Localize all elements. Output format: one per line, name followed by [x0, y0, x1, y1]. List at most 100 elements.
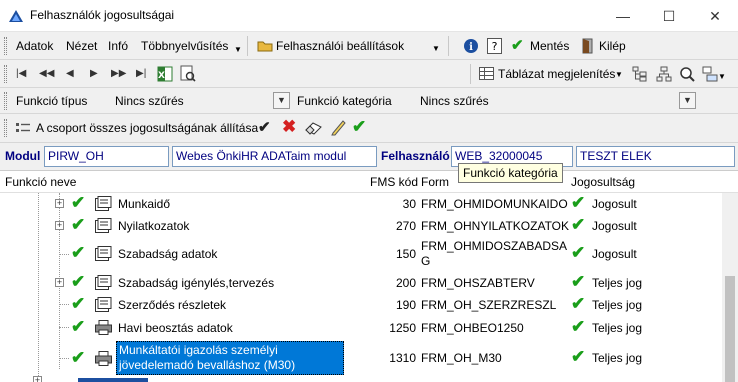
- function-name-line2: jövedelemadó bevalláshoz (M30): [119, 358, 296, 372]
- menu-nezet[interactable]: Nézet: [66, 39, 97, 53]
- table-row-selected[interactable]: ✔ Munkáltatói igazolás személyi jövedele…: [0, 340, 722, 376]
- printer-icon: [95, 351, 112, 366]
- layout-icon[interactable]: [702, 66, 718, 82]
- permission-value[interactable]: Teljes jog: [592, 298, 642, 312]
- scrollbar-thumb[interactable]: [725, 276, 735, 382]
- deny-all-icon[interactable]: ✖: [282, 117, 296, 137]
- fms-code: 1250: [389, 321, 416, 335]
- check-icon[interactable]: ✔: [71, 272, 85, 292]
- info-icon[interactable]: i: [463, 38, 479, 54]
- tree-icon[interactable]: [632, 66, 648, 82]
- close-button[interactable]: ✕: [692, 0, 738, 32]
- next-record-icon[interactable]: ▶: [90, 68, 98, 79]
- user-label: Felhasználó: [381, 149, 450, 163]
- module-user-bar: Modul PIRW_OH Webes ÖnkiHR ADATaim modul…: [0, 143, 738, 171]
- check-icon[interactable]: ✔: [71, 215, 85, 235]
- menu-adatok[interactable]: Adatok: [16, 39, 53, 53]
- toolbar-grip[interactable]: [4, 37, 7, 55]
- chevron-down-icon[interactable]: ▼: [718, 72, 726, 81]
- module-code-field: PIRW_OH: [44, 146, 169, 167]
- table-row[interactable]: ✔ Szerződés részletek 190 FRM_OH_SZERZRE…: [0, 293, 722, 316]
- group-permission-bar: A csoport összes jogosultságának állítás…: [0, 114, 738, 143]
- expand-icon[interactable]: +: [55, 278, 64, 287]
- permission-value[interactable]: Jogosult: [592, 219, 637, 233]
- app-icon: [9, 10, 23, 22]
- column-header-name[interactable]: Funkció neve: [5, 175, 76, 189]
- form-name: FRM_OHBEO1250: [421, 321, 524, 335]
- table-row[interactable]: ✔ Havi beosztás adatok 1250 FRM_OHBEO125…: [0, 316, 722, 339]
- first-record-icon[interactable]: |◀: [16, 68, 26, 79]
- table-row[interactable]: ✔ Szabadság adatok 150 FRM_OHMIDOSZABADS…: [0, 237, 722, 271]
- chevron-down-icon[interactable]: ▼: [679, 92, 696, 109]
- function-type-label: Funkció típus: [16, 94, 88, 108]
- tree-line: [59, 254, 69, 255]
- exit-button[interactable]: Kilép: [599, 39, 626, 53]
- function-category-value: Nincs szűrés: [420, 94, 489, 108]
- permission-check-icon: ✔: [571, 272, 586, 291]
- next-page-icon[interactable]: ▶▶: [111, 68, 126, 79]
- menu-tobbnyelvusites[interactable]: Többnyelvűsítés: [141, 39, 228, 53]
- form-name-continued: G: [421, 254, 431, 268]
- maximize-button[interactable]: ☐: [646, 0, 692, 32]
- eraser-icon[interactable]: [305, 121, 322, 135]
- prev-record-icon[interactable]: ◀: [66, 68, 74, 79]
- chevron-down-icon[interactable]: ▼: [273, 92, 290, 109]
- minimize-button[interactable]: —: [600, 0, 646, 32]
- toolbar-grip[interactable]: [4, 119, 7, 137]
- toolbar-grip[interactable]: [4, 65, 7, 83]
- permission-value[interactable]: Jogosult: [592, 197, 637, 211]
- table-display-menu[interactable]: Táblázat megjelenítés: [498, 67, 615, 81]
- expand-icon[interactable]: +: [33, 376, 42, 382]
- permission-value[interactable]: Jogosult: [592, 247, 637, 261]
- save-button[interactable]: Mentés: [530, 39, 569, 53]
- hierarchy-icon[interactable]: [656, 66, 672, 82]
- edit-pencil-icon[interactable]: [330, 119, 346, 136]
- zoom-icon[interactable]: [679, 66, 695, 82]
- separator: [448, 36, 449, 56]
- permission-value[interactable]: Teljes jog: [592, 321, 642, 335]
- expand-icon[interactable]: +: [55, 221, 64, 230]
- column-header-form[interactable]: Form: [421, 175, 449, 189]
- table-icon: [479, 67, 494, 80]
- check-icon[interactable]: ✔: [71, 193, 85, 213]
- prev-page-icon[interactable]: ◀◀: [39, 68, 54, 79]
- permission-check-icon: ✔: [571, 243, 586, 262]
- check-icon[interactable]: ✔: [71, 294, 85, 314]
- save-check-icon: ✔: [511, 37, 524, 54]
- permission-value[interactable]: Teljes jog: [592, 351, 642, 365]
- separator: [470, 64, 471, 84]
- table-row[interactable]: + ✔ Nyilatkozatok 270 FRM_OHNYILATKOZATO…: [0, 215, 722, 237]
- table-row[interactable]: + ✔ Szabadság igénylés,tervezés 200 FRM_…: [0, 271, 722, 293]
- grid-header: Funkció neve FMS kód Form Jogosultság: [0, 171, 738, 193]
- menu-info[interactable]: Infó: [108, 39, 128, 53]
- user-settings-menu[interactable]: Felhasználói beállítások: [276, 39, 404, 53]
- chevron-down-icon[interactable]: ▼: [234, 45, 242, 54]
- function-name: Havi beosztás adatok: [118, 321, 233, 335]
- svg-text:i: i: [469, 42, 473, 53]
- check-icon[interactable]: ✔: [71, 243, 85, 263]
- fms-code: 1310: [389, 351, 416, 365]
- fms-code: 200: [395, 276, 416, 290]
- check-all-icon[interactable]: ✔: [258, 118, 271, 136]
- expand-icon[interactable]: +: [55, 199, 64, 208]
- check-icon[interactable]: ✔: [71, 317, 85, 337]
- column-header-fms[interactable]: FMS kód: [370, 175, 418, 189]
- last-record-icon[interactable]: ▶|: [136, 68, 146, 79]
- form-icon: [95, 275, 112, 290]
- function-name-selected[interactable]: Munkáltatói igazolás személyi jövedelema…: [116, 341, 344, 375]
- column-header-permission[interactable]: Jogosultság: [571, 175, 635, 189]
- grant-all-icon[interactable]: ✔: [352, 117, 366, 137]
- print-preview-icon[interactable]: [180, 65, 196, 82]
- toolbar-grip[interactable]: [4, 92, 7, 110]
- table-row[interactable]: + ✔ Munkaidő 30 FRM_OHMIDOMUNKAIDO ✔ Jog…: [0, 193, 722, 215]
- function-category-select[interactable]: Nincs szűrés ▼: [410, 90, 700, 111]
- folder-icon: [257, 41, 273, 52]
- tooltip: Funkció kategória: [458, 163, 563, 183]
- function-type-select[interactable]: Nincs szűrés ▼: [105, 90, 290, 111]
- permission-value[interactable]: Teljes jog: [592, 276, 642, 290]
- chevron-down-icon[interactable]: ▼: [615, 70, 623, 79]
- help-icon[interactable]: ?: [487, 38, 502, 54]
- check-icon[interactable]: ✔: [71, 348, 85, 368]
- excel-export-icon[interactable]: X: [157, 66, 173, 82]
- chevron-down-icon[interactable]: ▼: [432, 44, 440, 53]
